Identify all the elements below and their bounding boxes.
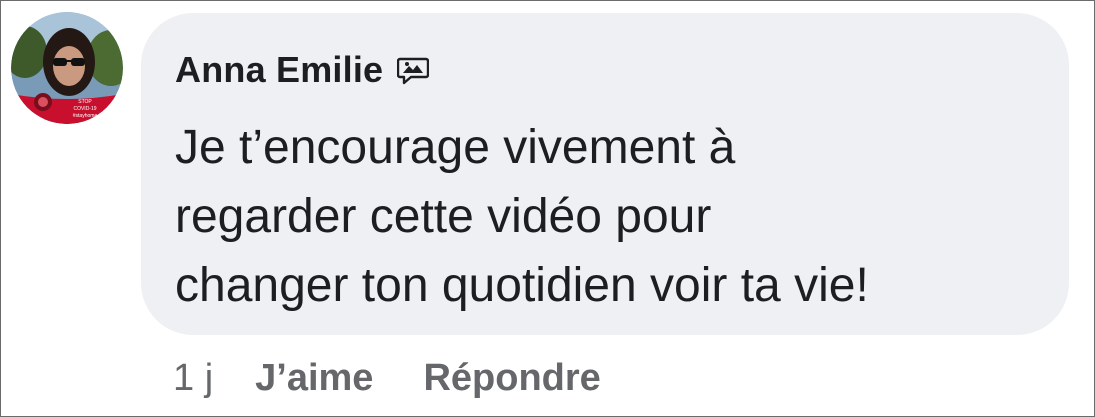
avatar-frame-line-1: STOP <box>78 99 92 105</box>
avatar-image: STOP COVID-19 #stayhome <box>11 12 123 124</box>
comment-bubble: Anna Emilie Je t’encourage vivement à re… <box>141 13 1069 335</box>
comment-actions: 1 j J’aime Répondre <box>173 357 601 400</box>
author-name[interactable]: Anna Emilie <box>175 49 383 91</box>
like-button[interactable]: J’aime <box>255 357 373 400</box>
comment-badge-icon <box>397 57 430 85</box>
comment-card: STOP COVID-19 #stayhome Anna Emilie Je t… <box>0 0 1095 417</box>
comment-text: Je t’encourage vivement à regarder cette… <box>175 121 869 312</box>
avatar-frame-line-2: COVID-19 <box>73 106 96 112</box>
avatar[interactable]: STOP COVID-19 #stayhome <box>11 12 123 124</box>
comment-timestamp[interactable]: 1 j <box>173 357 213 400</box>
comment-header: Anna Emilie <box>175 49 430 91</box>
reply-button[interactable]: Répondre <box>423 357 600 400</box>
avatar-frame-line-3: #stayhome <box>73 113 98 119</box>
